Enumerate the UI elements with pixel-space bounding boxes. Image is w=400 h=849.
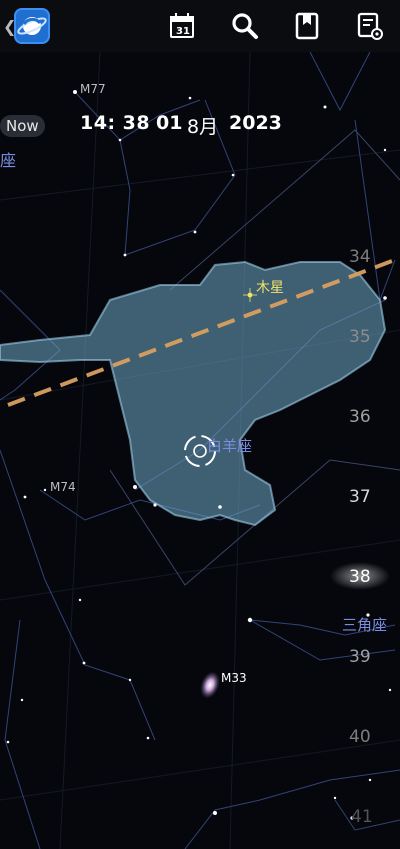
label-m33[interactable]: M33: [221, 671, 247, 685]
now-button[interactable]: Now: [0, 115, 45, 137]
label-m77[interactable]: M77: [80, 82, 106, 96]
dec-tick: 35: [349, 327, 371, 347]
bookmark-icon[interactable]: [292, 11, 322, 41]
search-icon[interactable]: [230, 11, 260, 41]
label-jupiter[interactable]: 木星: [256, 280, 284, 296]
date-year[interactable]: 2023: [229, 112, 282, 134]
label-triangulum[interactable]: 三角座: [342, 616, 387, 634]
calendar-icon[interactable]: 31: [167, 11, 197, 41]
dec-tick: 40: [349, 727, 371, 747]
constellation-label-partial[interactable]: 座: [0, 147, 16, 171]
m33-galaxy-icon[interactable]: [197, 669, 223, 701]
top-toolbar: ❮ 31: [0, 0, 400, 52]
dec-tick: 38: [349, 567, 371, 587]
label-aries[interactable]: 白羊座: [207, 437, 252, 455]
date-month[interactable]: 8月: [187, 112, 218, 139]
label-m74[interactable]: M74: [50, 480, 76, 494]
dec-tick: 36: [349, 407, 371, 427]
dec-tick: 34: [349, 247, 371, 267]
dec-tick: 41: [351, 807, 373, 827]
app-logo-icon[interactable]: [14, 8, 50, 44]
dec-tick: 37: [349, 487, 371, 507]
settings-icon[interactable]: [355, 11, 385, 41]
declination-scale: 34 35 36 37 38 39 40 41: [349, 247, 373, 827]
time-display[interactable]: 14: 38: [80, 112, 150, 134]
date-day[interactable]: 01: [156, 112, 182, 134]
dec-tick: 39: [349, 647, 371, 667]
calendar-day-number: 31: [176, 26, 190, 37]
